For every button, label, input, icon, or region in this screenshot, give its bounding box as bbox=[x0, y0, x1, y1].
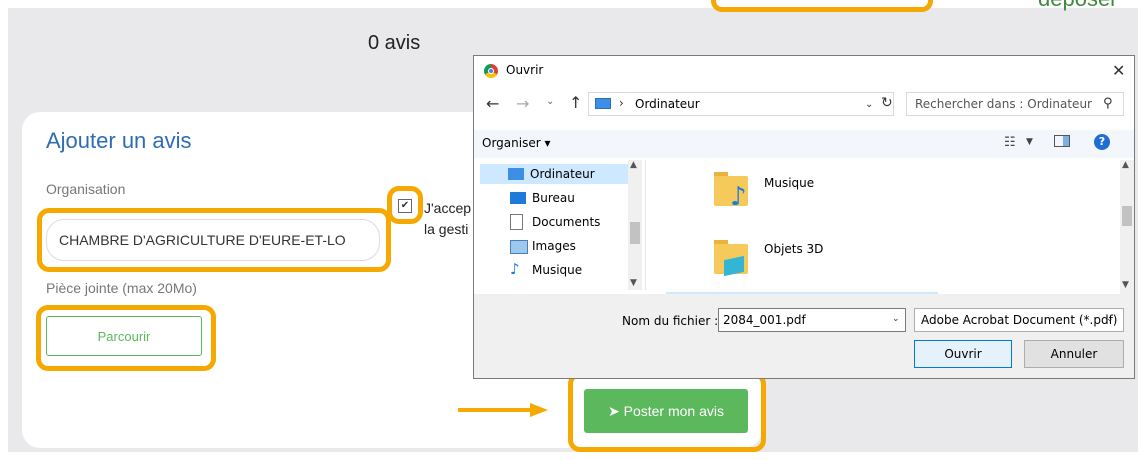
chrome-icon bbox=[484, 64, 498, 78]
view-options-icon[interactable]: ☷ bbox=[1004, 135, 1016, 150]
preview-pane-icon[interactable] bbox=[1054, 135, 1070, 147]
documents-icon bbox=[510, 214, 523, 230]
music-icon: ♪ bbox=[510, 260, 520, 278]
dialog-toolbar: Organiser ▾ ☷ ▼ ? bbox=[474, 130, 1134, 158]
back-arrow-icon[interactable]: ← bbox=[486, 94, 499, 113]
top-highlight-box bbox=[711, 0, 933, 12]
arrow-pointer-icon bbox=[458, 403, 548, 417]
search-input[interactable]: Rechercher dans : Ordinateur ⚲ bbox=[906, 92, 1124, 116]
navigation-pane: Ordinateur Bureau Documents Images ♪ Mus… bbox=[474, 160, 646, 290]
scroll-down-icon[interactable]: ▼ bbox=[630, 278, 637, 288]
scrollbar-thumb[interactable] bbox=[1122, 206, 1132, 226]
filename-input[interactable]: 2084_001.pdf bbox=[718, 308, 906, 332]
refresh-icon[interactable]: ↻ bbox=[881, 95, 893, 111]
nav-item-documents[interactable]: Documents bbox=[502, 212, 626, 232]
scroll-up-icon[interactable]: ▲ bbox=[630, 160, 637, 170]
close-icon[interactable]: ✕ bbox=[1112, 61, 1125, 80]
nav-item-musique[interactable]: ♪ Musique bbox=[502, 260, 626, 280]
nav-pane-scrollbar[interactable]: ▲ ▼ bbox=[628, 160, 642, 290]
recent-locations-chevron-icon[interactable]: ⌄ bbox=[546, 96, 554, 107]
consent-text: J'accep la gesti bbox=[424, 198, 471, 240]
breadcrumb-separator-icon: › bbox=[619, 96, 624, 110]
address-dropdown-icon[interactable]: ⌄ bbox=[865, 99, 873, 110]
folder-label-musique[interactable]: Musique bbox=[764, 176, 814, 190]
nav-item-label: Images bbox=[532, 239, 576, 253]
nav-item-bureau[interactable]: Bureau bbox=[502, 188, 626, 208]
filename-dropdown-icon[interactable]: ⌄ bbox=[892, 314, 900, 324]
avis-count: 0 avis bbox=[368, 32, 421, 54]
filetype-dropdown-icon[interactable]: ⌄ bbox=[1106, 314, 1114, 324]
scroll-up-icon[interactable]: ▲ bbox=[1122, 160, 1129, 170]
post-review-button[interactable]: ➤ Poster mon avis bbox=[584, 389, 748, 433]
organisation-label: Organisation bbox=[46, 181, 126, 197]
computer-icon bbox=[508, 168, 524, 180]
folder-label-objets-3d[interactable]: Objets 3D bbox=[764, 242, 823, 256]
dialog-nav-row: ← → ⌄ ↑ › Ordinateur ⌄ ↻ Rechercher dans… bbox=[474, 90, 1134, 118]
search-icon: ⚲ bbox=[1103, 96, 1113, 111]
post-review-label: Poster mon avis bbox=[623, 402, 724, 419]
nav-item-images[interactable]: Images bbox=[502, 236, 626, 256]
card-title: Ajouter un avis bbox=[46, 128, 192, 153]
content-pane: ♪ Musique Objets 3D bbox=[646, 160, 1116, 294]
browse-button[interactable]: Parcourir bbox=[46, 316, 202, 356]
dialog-titlebar: Ouvrir ✕ bbox=[474, 56, 1134, 86]
organiser-menu[interactable]: Organiser ▾ bbox=[482, 136, 550, 150]
view-dropdown-icon[interactable]: ▼ bbox=[1026, 137, 1033, 147]
nav-item-ordinateur[interactable]: Ordinateur bbox=[480, 164, 630, 184]
search-placeholder: Rechercher dans : Ordinateur bbox=[915, 97, 1092, 111]
forward-arrow-icon[interactable]: → bbox=[516, 94, 529, 113]
organisation-input[interactable]: CHAMBRE D'AGRICULTURE D'EURE-ET-LO bbox=[46, 219, 380, 261]
computer-icon bbox=[595, 98, 611, 109]
attachment-label: Pièce jointe (max 20Mo) bbox=[46, 280, 197, 296]
consent-checkbox[interactable]: ✔ bbox=[398, 199, 412, 213]
send-icon: ➤ bbox=[608, 402, 624, 419]
nav-item-label: Bureau bbox=[532, 191, 575, 205]
scrollbar-thumb[interactable] bbox=[630, 222, 640, 244]
images-icon bbox=[510, 240, 528, 254]
nav-item-label: Ordinateur bbox=[530, 167, 595, 181]
open-button[interactable]: Ouvrir bbox=[914, 340, 1012, 368]
3d-objects-folder-icon[interactable] bbox=[714, 238, 750, 278]
deposer-link[interactable]: déposer bbox=[1038, 0, 1118, 12]
dialog-footer: Nom du fichier : 2084_001.pdf ⌄ Adobe Ac… bbox=[474, 294, 1134, 378]
nav-item-label: Documents bbox=[532, 215, 601, 229]
address-text: Ordinateur bbox=[635, 97, 700, 111]
dialog-title: Ouvrir bbox=[506, 63, 544, 77]
content-pane-scrollbar[interactable]: ▲ ▼ bbox=[1120, 160, 1134, 294]
filetype-select[interactable]: Adobe Acrobat Document (*.pdf) bbox=[914, 308, 1124, 332]
consent-line-2: la gesti bbox=[424, 221, 469, 237]
address-bar[interactable]: › Ordinateur ⌄ ↻ bbox=[588, 92, 894, 116]
scroll-down-icon[interactable]: ▼ bbox=[1122, 280, 1129, 290]
cancel-button[interactable]: Annuler bbox=[1024, 340, 1124, 368]
desktop-icon bbox=[510, 192, 526, 204]
consent-line-1: J'accep bbox=[424, 200, 472, 216]
help-icon[interactable]: ? bbox=[1094, 134, 1110, 150]
music-folder-icon[interactable]: ♪ bbox=[714, 170, 750, 212]
up-arrow-icon[interactable]: ↑ bbox=[569, 93, 582, 112]
file-open-dialog: Ouvrir ✕ ← → ⌄ ↑ › Ordinateur ⌄ ↻ Recher… bbox=[473, 55, 1135, 379]
filename-label: Nom du fichier : bbox=[622, 314, 719, 328]
nav-item-label: Musique bbox=[532, 263, 583, 277]
